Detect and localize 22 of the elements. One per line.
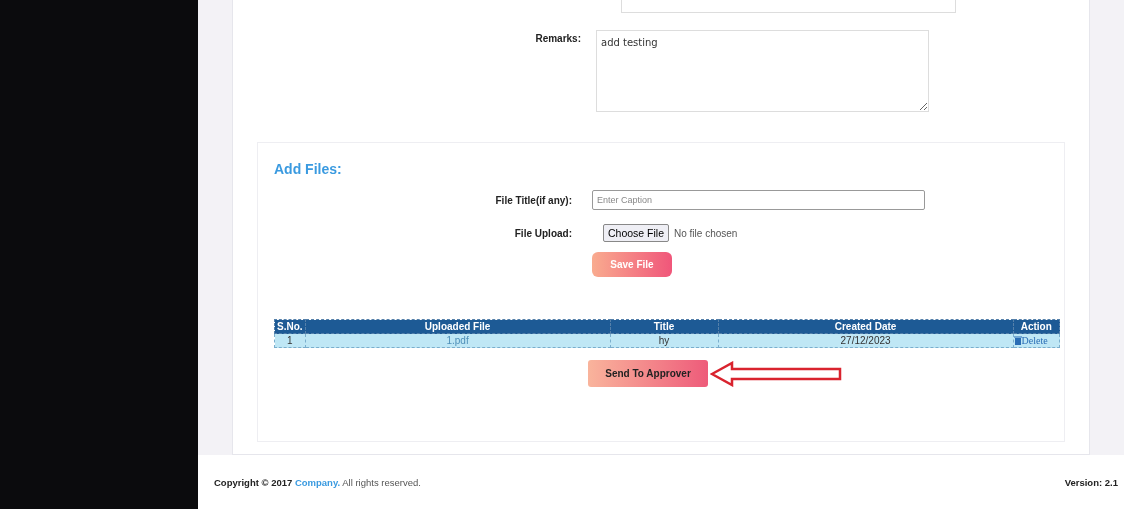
column-header: S.No. <box>274 319 306 334</box>
caption-field[interactable]: Enter Caption <box>592 190 925 210</box>
column-header: Uploaded File <box>305 319 611 334</box>
table-cell: 1.pdf <box>305 333 611 348</box>
section-heading: Add Files: <box>274 161 342 177</box>
table-cell: 27/12/2023 <box>718 333 1014 348</box>
send-to-approver-button[interactable]: Send To Approver <box>588 360 708 387</box>
remarks-field[interactable]: add testing <box>596 30 929 112</box>
file-status: No file chosen <box>674 227 738 239</box>
text-area[interactable] <box>621 0 956 13</box>
version-text: Version: 2.1 <box>1064 476 1118 488</box>
field-label: Remarks: <box>534 32 582 44</box>
choose-file-button[interactable]: Choose File <box>603 224 670 242</box>
field-label: File Upload: <box>513 227 573 239</box>
column-header: Title <box>610 319 719 334</box>
table-cell: 1 <box>274 333 306 348</box>
copyright-text: Copyright © 2017 Company. All rights reserved. <box>214 476 421 488</box>
arrow-icon <box>710 360 842 387</box>
column-header: Action <box>1013 319 1060 334</box>
column-header: Created Date <box>718 319 1014 334</box>
trash-icon <box>1013 335 1022 345</box>
field-label: File Title(if any): <box>494 194 573 206</box>
